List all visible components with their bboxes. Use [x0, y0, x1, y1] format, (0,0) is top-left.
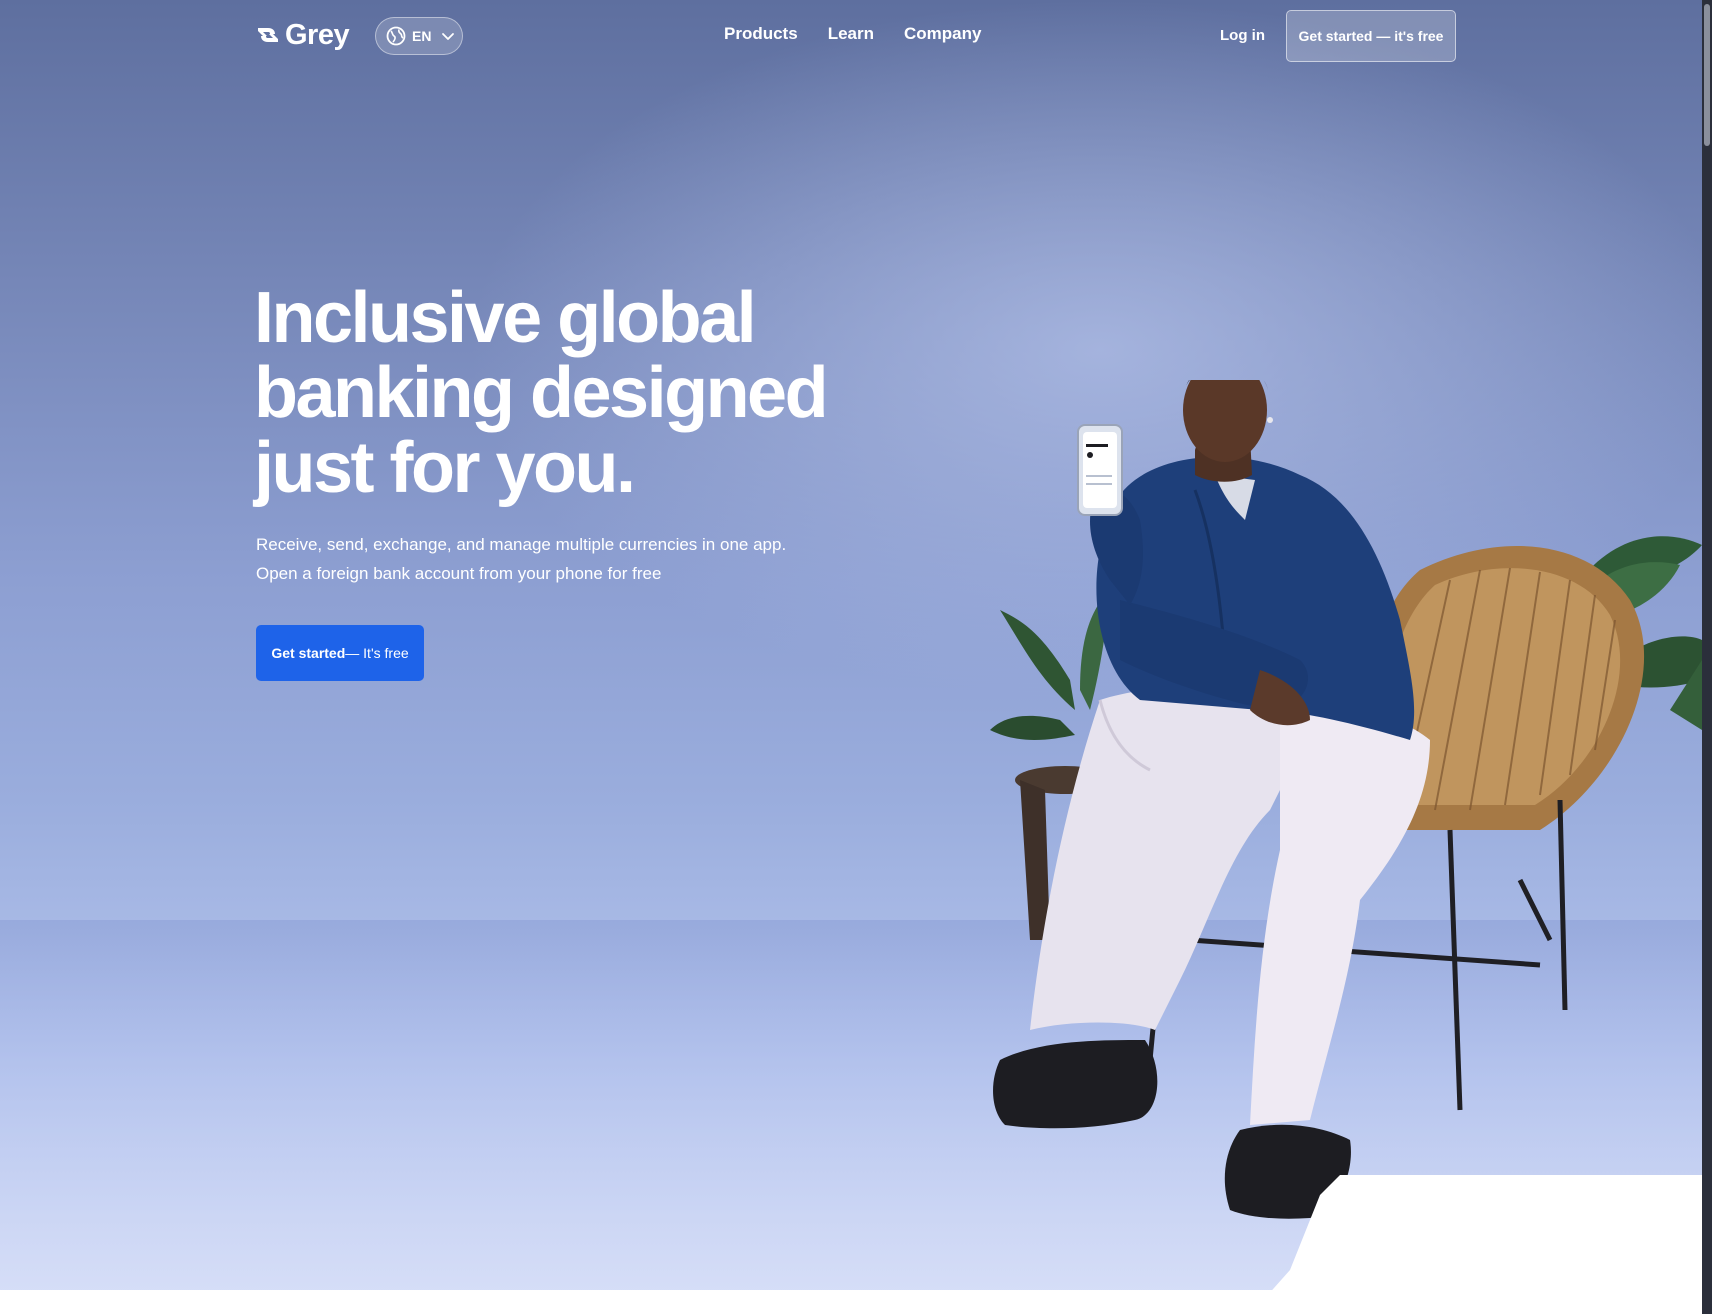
- grey-logo-icon: [258, 28, 278, 42]
- get-started-hero-button[interactable]: Get started — It's free: [256, 625, 424, 681]
- top-nav: Grey EN Products Learn Company Log in Ge…: [0, 0, 1702, 72]
- page-bottom: [0, 1290, 1702, 1314]
- scrollbar-thumb[interactable]: [1704, 4, 1710, 146]
- subtitle-line-1: Receive, send, exchange, and manage mult…: [256, 535, 787, 554]
- headline-line-3: just for you.: [254, 428, 636, 508]
- chevron-down-icon: [442, 33, 455, 40]
- hero-subtitle: Receive, send, exchange, and manage mult…: [256, 530, 876, 588]
- main-nav-links: Products Learn Company: [724, 24, 981, 44]
- hero-cta-rest: — It's free: [345, 645, 409, 661]
- brand-logo[interactable]: Grey: [255, 18, 350, 52]
- headline-line-1: Inclusive global: [254, 278, 757, 358]
- subtitle-line-2: Open a foreign bank account from your ph…: [256, 564, 662, 583]
- headline-line-2: banking designed: [254, 353, 829, 433]
- brand-name: Grey: [285, 18, 350, 51]
- plant-left: [990, 590, 1110, 740]
- login-link[interactable]: Log in: [1220, 27, 1265, 44]
- hero-headline: Inclusive global banking designed just f…: [254, 281, 894, 506]
- landing-page: Grey EN Products Learn Company Log in Ge…: [0, 0, 1712, 1314]
- globe-icon: [386, 26, 406, 46]
- language-code: EN: [412, 28, 432, 44]
- hero-photo: [990, 380, 1702, 1219]
- nav-link-learn[interactable]: Learn: [828, 24, 874, 44]
- scrollbar-track[interactable]: [1702, 0, 1712, 1314]
- language-selector[interactable]: EN: [375, 17, 463, 55]
- nav-link-company[interactable]: Company: [904, 24, 981, 44]
- hero-cta-bold: Get started: [271, 645, 346, 661]
- nav-link-products[interactable]: Products: [724, 24, 798, 44]
- man-figure: [993, 380, 1430, 1219]
- get-started-nav-button[interactable]: Get started — it's free: [1286, 10, 1456, 62]
